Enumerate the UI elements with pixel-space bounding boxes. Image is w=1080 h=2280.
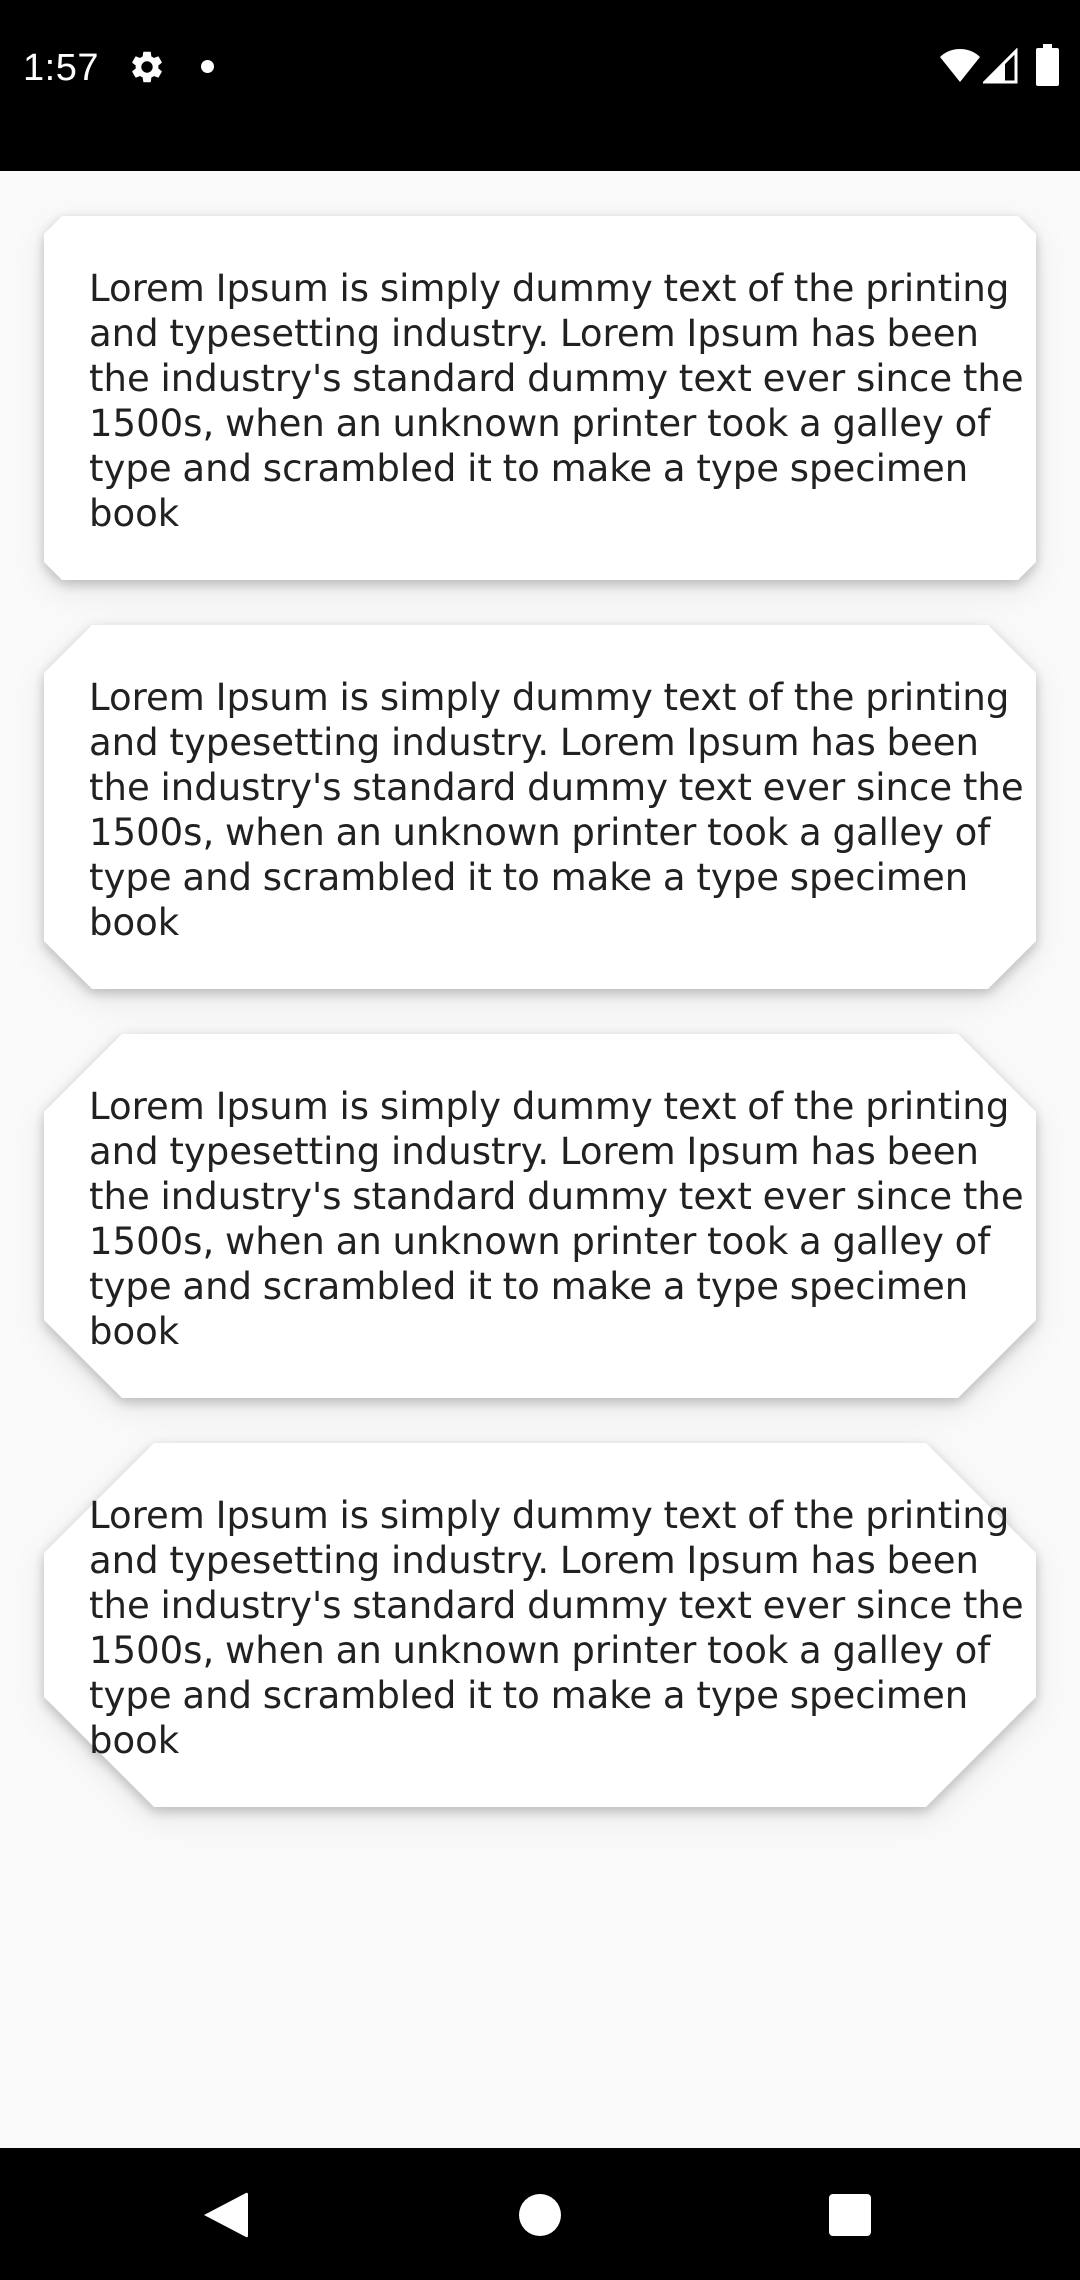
card-item: Lorem Ipsum is simply dummy text of the … — [44, 625, 1036, 989]
status-bar: 1:57 — [0, 0, 1080, 171]
card-text: Lorem Ipsum is simply dummy text of the … — [89, 1494, 1024, 1762]
wifi-icon — [940, 49, 980, 82]
home-icon[interactable] — [519, 2194, 561, 2236]
card-list: Lorem Ipsum is simply dummy text of the … — [0, 171, 1080, 2148]
signal-icon — [983, 48, 1018, 84]
card-text: Lorem Ipsum is simply dummy text of the … — [89, 267, 1024, 535]
status-time: 1:57 — [23, 47, 99, 89]
recents-icon[interactable] — [829, 2194, 871, 2236]
gear-icon — [132, 51, 162, 83]
card-item: Lorem Ipsum is simply dummy text of the … — [44, 1443, 1036, 1807]
navigation-bar — [0, 2148, 1080, 2280]
battery-icon — [1036, 44, 1059, 86]
card-text: Lorem Ipsum is simply dummy text of the … — [89, 676, 1024, 944]
card-item: Lorem Ipsum is simply dummy text of the … — [44, 1034, 1036, 1398]
back-icon[interactable] — [202, 2191, 248, 2239]
notification-dot-icon — [201, 60, 214, 73]
card-text: Lorem Ipsum is simply dummy text of the … — [89, 1085, 1024, 1353]
card-item: Lorem Ipsum is simply dummy text of the … — [44, 216, 1036, 580]
